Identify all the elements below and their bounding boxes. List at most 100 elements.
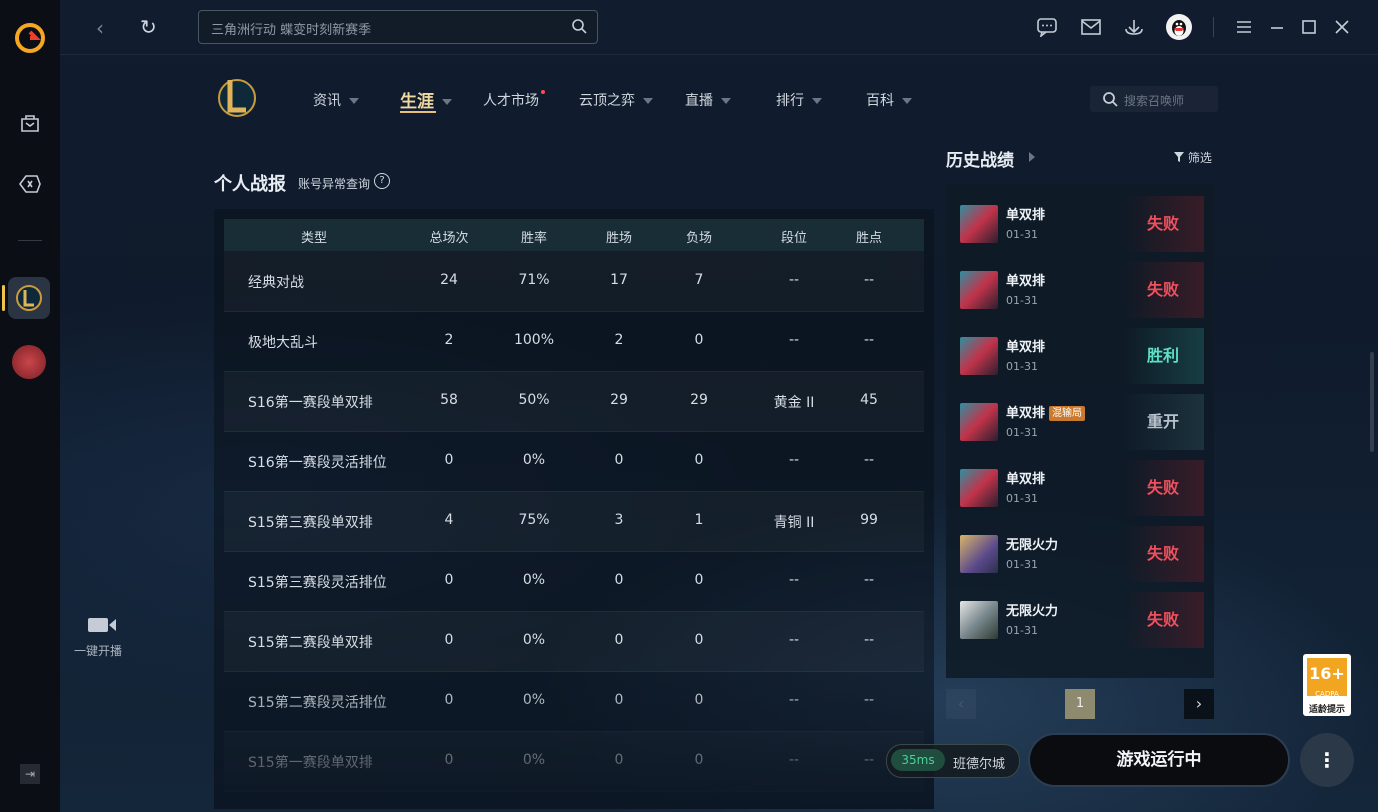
nav-item-label: 生涯 [400,92,434,112]
nav-item-label: 资讯 [313,93,341,109]
champion-avatar [960,403,998,441]
filter-button[interactable]: 筛选 [1174,149,1212,166]
nav-item-3[interactable]: 云顶之弈 [579,90,653,110]
live-stream-label[interactable]: 一键开播 [62,642,134,659]
table-cell: 0 [444,572,454,588]
table-cell: -- [863,632,875,648]
nav-item-5[interactable]: 排行 [776,90,822,110]
row-type: S16第一赛段单双排 [248,395,373,411]
camera-icon[interactable] [86,610,118,640]
help-icon[interactable]: ? [374,173,390,189]
download-icon[interactable] [1123,17,1145,37]
age-rating-org: CADPA [1315,690,1339,698]
lol-game-button[interactable] [8,277,50,319]
server-selector[interactable]: 35ms 班德尔城 [886,744,1020,778]
chat-icon[interactable] [1036,17,1058,37]
match-result: 失败 [1122,262,1204,318]
match-date: 01-31 [1006,426,1038,439]
table-cell: 2 [444,332,454,348]
menu-icon[interactable] [1233,17,1255,37]
table-cell: 0 [614,632,624,648]
games-icon[interactable] [15,169,45,199]
row-type: S16第一赛段灵活排位 [248,455,387,471]
minimize-icon[interactable] [1266,17,1288,37]
match-item[interactable]: 单双排 01-31 失败 [958,458,1204,518]
table-cell: 0% [522,752,546,768]
table-cell: -- [863,332,875,348]
search-icon [1103,92,1118,107]
store-icon[interactable] [15,108,45,138]
age-rating-badge: 16+ CADPA 适龄提示 [1303,654,1351,716]
summoner-search-input[interactable]: 搜索召唤师 [1090,86,1218,112]
champion-avatar [960,469,998,507]
match-mode: 单双排 [1006,336,1045,355]
server-name: 班德尔城 [953,757,1006,772]
more-options-button[interactable]: ⋮ [1300,733,1354,787]
table-cell: 99 [860,512,878,528]
history-expand-icon[interactable] [1029,152,1035,162]
other-game-icon[interactable] [12,345,46,379]
match-item[interactable]: 无限火力 01-31 失败 [958,524,1204,584]
table-cell: 0 [444,632,454,648]
collapse-sidebar-icon[interactable]: ⇥ [20,764,40,784]
match-item[interactable]: 单双排 混输局 01-31 重开 [958,392,1204,452]
table-cell: -- [788,692,800,708]
match-result: 失败 [1122,592,1204,648]
table-cell: -- [788,272,800,288]
refresh-icon[interactable]: ↻ [140,15,157,39]
table-cell: 0 [614,452,624,468]
table-cell: 0% [522,632,546,648]
chevron-down-icon [643,98,653,104]
nav-item-label: 直播 [685,93,713,109]
nav-item-1[interactable]: 生涯 [400,87,452,113]
nav-item-6[interactable]: 百科 [866,90,912,110]
match-item[interactable]: 单双排 01-31 失败 [958,260,1204,320]
maximize-icon[interactable] [1298,17,1320,37]
page-scrollbar[interactable] [1370,352,1374,452]
play-button[interactable]: 游戏运行中 [1028,733,1290,787]
table-cell: 75% [518,512,550,528]
account-check-link[interactable]: 账号异常查询 [298,175,370,192]
match-mode: 单双排 混输局 [1006,402,1086,421]
back-icon[interactable]: ‹ [96,16,104,40]
match-item[interactable]: 单双排 01-31 胜利 [958,326,1204,386]
match-item[interactable]: 单双排 01-31 失败 [958,194,1204,254]
table-cell: 0 [444,452,454,468]
nav-item-4[interactable]: 直播 [685,90,731,110]
active-underline [400,111,436,113]
match-result: 失败 [1122,460,1204,516]
chevron-down-icon [442,99,452,105]
mail-icon[interactable] [1080,17,1102,37]
next-page-button[interactable]: › [1184,689,1214,719]
table-row: S15第一赛段单双排 0 0% 0 0 -- -- [224,731,924,792]
match-item[interactable]: 无限火力 01-31 失败 [958,590,1204,650]
table-cell: 71% [518,272,550,288]
global-search-input[interactable]: 三角洲行动 蝶变时刻新赛季 [198,10,598,44]
table-cell: -- [788,632,800,648]
prev-page-button[interactable]: ‹ [946,689,976,719]
table-cell: 100% [513,332,555,348]
page-number[interactable]: 1 [1065,689,1095,719]
chevron-down-icon [902,98,912,104]
nav-item-2[interactable]: 人才市场 [483,90,545,110]
wegame-logo-icon[interactable] [14,22,46,54]
table-cell: 29 [690,392,708,408]
row-type: S15第三赛段灵活排位 [248,575,387,591]
row-type: S15第一赛段单双排 [248,755,373,771]
search-icon[interactable] [571,18,587,34]
match-mode: 单双排 [1006,468,1045,487]
match-mode-label: 无限火力 [1006,538,1059,553]
nav-item-0[interactable]: 资讯 [313,90,359,110]
table-cell: -- [863,452,875,468]
active-indicator [2,285,5,311]
table-cell: 50% [518,392,550,408]
champion-avatar [960,271,998,309]
table-row: S16第一赛段单双排 58 50% 29 29 黄金 II 45 [224,371,924,432]
table-cell: 4 [444,512,454,528]
table-cell: 0% [522,452,546,468]
history-title[interactable]: 历史战绩 [946,146,1014,171]
table-row: S15第三赛段灵活排位 0 0% 0 0 -- -- [224,551,924,612]
user-avatar[interactable] [1166,14,1192,40]
close-icon[interactable] [1331,17,1353,37]
lol-logo-icon[interactable] [216,74,258,120]
